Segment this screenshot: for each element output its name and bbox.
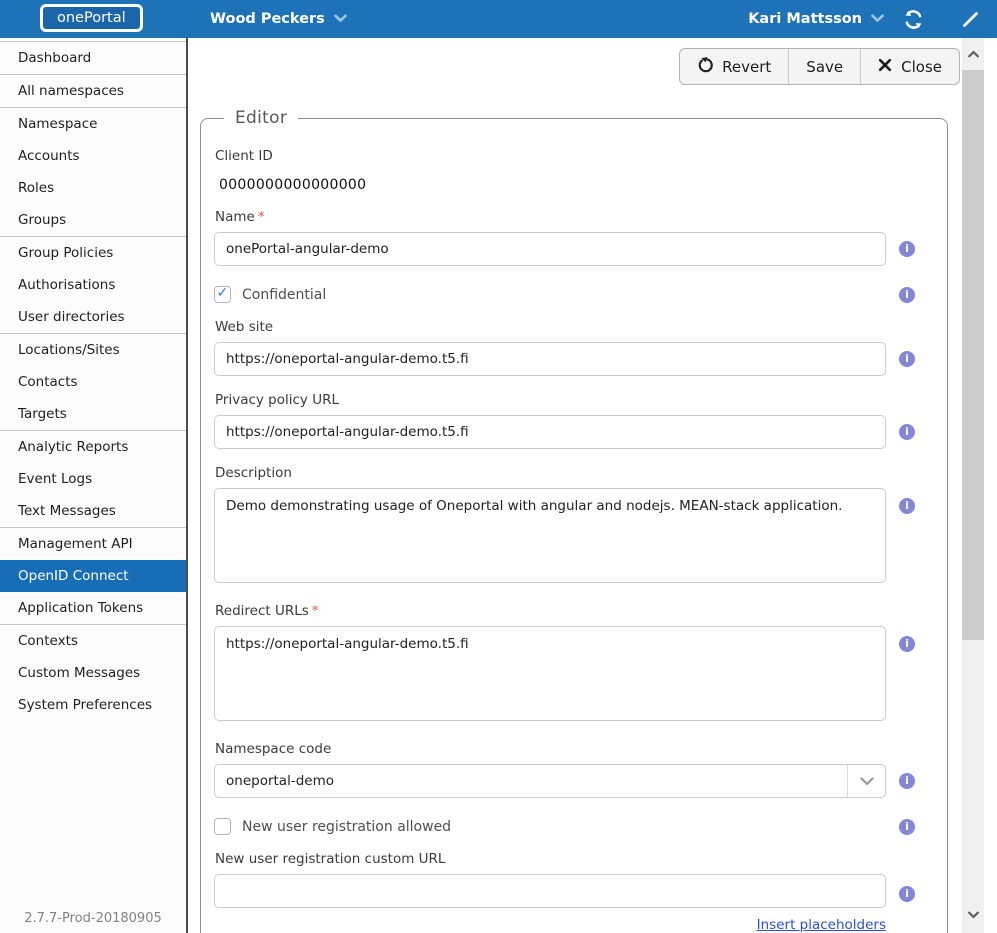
sidebar-item-application-tokens[interactable]: Application Tokens	[0, 592, 186, 624]
oneportal-logo: onePortal	[40, 4, 143, 32]
name-label: Name*	[215, 209, 947, 225]
user-menu[interactable]: Kari Mattsson	[748, 0, 884, 38]
editor-legend: Editor	[224, 108, 298, 128]
sidebar-item-targets[interactable]: Targets	[0, 398, 186, 430]
registration-custom-url-row	[214, 874, 886, 908]
sidebar-item-roles[interactable]: Roles	[0, 172, 186, 204]
confidential-checkbox[interactable]	[214, 286, 231, 303]
registration-custom-url-input[interactable]	[214, 874, 886, 908]
editor-toolbar: Revert Save Close	[679, 48, 960, 85]
vertical-scrollbar[interactable]	[962, 38, 984, 933]
tenant-selector[interactable]: Wood Peckers	[210, 0, 347, 38]
save-button-label: Save	[806, 58, 843, 76]
sidebar-item-analytic-reports[interactable]: Analytic Reports	[0, 431, 186, 463]
required-mark: *	[312, 603, 319, 619]
sidebar-item-text-messages[interactable]: Text Messages	[0, 495, 186, 527]
sidebar-item-namespace[interactable]: Namespace	[0, 108, 186, 140]
sidebar-item-custom-messages[interactable]: Custom Messages	[0, 657, 186, 689]
user-name: Kari Mattsson	[748, 11, 862, 27]
sidebar-item-user-directories[interactable]: User directories	[0, 301, 186, 333]
chevron-down-icon[interactable]	[847, 765, 885, 797]
sidebar-item-dashboard[interactable]: Dashboard	[0, 42, 186, 74]
revert-icon	[697, 57, 713, 77]
version-label: 2.7.7-Prod-20180905	[0, 911, 186, 926]
sidebar-item-contexts[interactable]: Contexts	[0, 625, 186, 657]
info-icon[interactable]	[899, 636, 915, 652]
tenant-name: Wood Peckers	[210, 11, 325, 27]
privacy-policy-label: Privacy policy URL	[215, 392, 947, 408]
privacy-policy-input[interactable]	[214, 415, 886, 449]
confidential-label: Confidential	[242, 287, 326, 303]
close-icon	[878, 58, 892, 76]
namespace-code-row: oneportal-demo	[214, 764, 886, 798]
info-icon[interactable]	[899, 287, 915, 303]
description-textarea[interactable]: Demo demonstrating usage of Oneportal wi…	[214, 488, 886, 583]
website-input[interactable]	[214, 342, 886, 376]
scrollbar-thumb[interactable]	[962, 70, 984, 640]
sidebar-item-locations-sites[interactable]: Locations/Sites	[0, 334, 186, 366]
info-icon[interactable]	[899, 498, 915, 514]
website-row	[214, 342, 886, 376]
sidebar-item-all-namespaces[interactable]: All namespaces	[0, 75, 186, 107]
new-user-registration-label: New user registration allowed	[242, 819, 451, 835]
new-user-registration-checkbox[interactable]	[214, 818, 231, 835]
save-button[interactable]: Save	[788, 49, 860, 84]
info-icon[interactable]	[899, 773, 915, 789]
info-icon[interactable]	[899, 819, 915, 835]
sidebar-item-authorisations[interactable]: Authorisations	[0, 269, 186, 301]
scroll-up-icon[interactable]	[962, 43, 984, 65]
close-button-label: Close	[901, 58, 942, 76]
sidebar: Dashboard All namespaces Namespace Accou…	[0, 38, 188, 933]
chevron-down-icon	[871, 11, 884, 27]
required-mark: *	[258, 209, 265, 225]
namespace-code-value: oneportal-demo	[215, 773, 847, 789]
confidential-row: Confidential	[214, 286, 886, 303]
sidebar-menu: Dashboard All namespaces Namespace Accou…	[0, 41, 186, 721]
name-row	[214, 232, 886, 266]
description-label: Description	[215, 465, 947, 481]
insert-placeholders-link[interactable]: Insert placeholders	[214, 917, 886, 933]
website-label: Web site	[215, 319, 947, 335]
info-icon[interactable]	[899, 886, 915, 902]
redirect-urls-label: Redirect URLs*	[215, 603, 947, 619]
redirect-urls-row: https://oneportal-angular-demo.t5.fi	[214, 626, 886, 725]
refresh-icon[interactable]	[903, 0, 924, 38]
sidebar-item-groups[interactable]: Groups	[0, 204, 186, 236]
chevron-down-icon	[334, 11, 347, 27]
sidebar-item-group-policies[interactable]: Group Policies	[0, 237, 186, 269]
info-icon[interactable]	[899, 351, 915, 367]
namespace-code-label: Namespace code	[215, 741, 947, 757]
sidebar-item-accounts[interactable]: Accounts	[0, 140, 186, 172]
redirect-urls-textarea[interactable]: https://oneportal-angular-demo.t5.fi	[214, 626, 886, 721]
privacy-policy-row	[214, 415, 886, 449]
sidebar-item-contacts[interactable]: Contacts	[0, 366, 186, 398]
sidebar-item-system-preferences[interactable]: System Preferences	[0, 689, 186, 721]
registration-custom-url-label: New user registration custom URL	[215, 851, 947, 867]
top-header-bar: onePortal Wood Peckers Kari Mattsson	[0, 0, 997, 38]
sidebar-item-event-logs[interactable]: Event Logs	[0, 463, 186, 495]
sidebar-item-management-api[interactable]: Management API	[0, 528, 186, 560]
info-icon[interactable]	[899, 424, 915, 440]
pencil-icon[interactable]	[961, 0, 980, 38]
client-id-value: 0000000000000000	[219, 177, 947, 193]
info-icon[interactable]	[899, 241, 915, 257]
name-input[interactable]	[214, 232, 886, 266]
main-content: Revert Save Close Editor Client ID 00000…	[188, 38, 997, 933]
scroll-down-icon[interactable]	[962, 903, 984, 925]
sidebar-item-openid-connect[interactable]: OpenID Connect	[0, 560, 186, 592]
client-id-label: Client ID	[215, 148, 947, 164]
app-window: onePortal Wood Peckers Kari Mattsson	[0, 0, 997, 933]
namespace-code-select[interactable]: oneportal-demo	[214, 764, 886, 798]
editor-panel: Editor Client ID 0000000000000000 Name* …	[200, 108, 948, 933]
close-button[interactable]: Close	[860, 49, 959, 84]
description-row: Demo demonstrating usage of Oneportal wi…	[214, 488, 886, 587]
revert-button-label: Revert	[722, 58, 771, 76]
new-user-registration-row: New user registration allowed	[214, 818, 886, 835]
revert-button[interactable]: Revert	[680, 49, 788, 84]
